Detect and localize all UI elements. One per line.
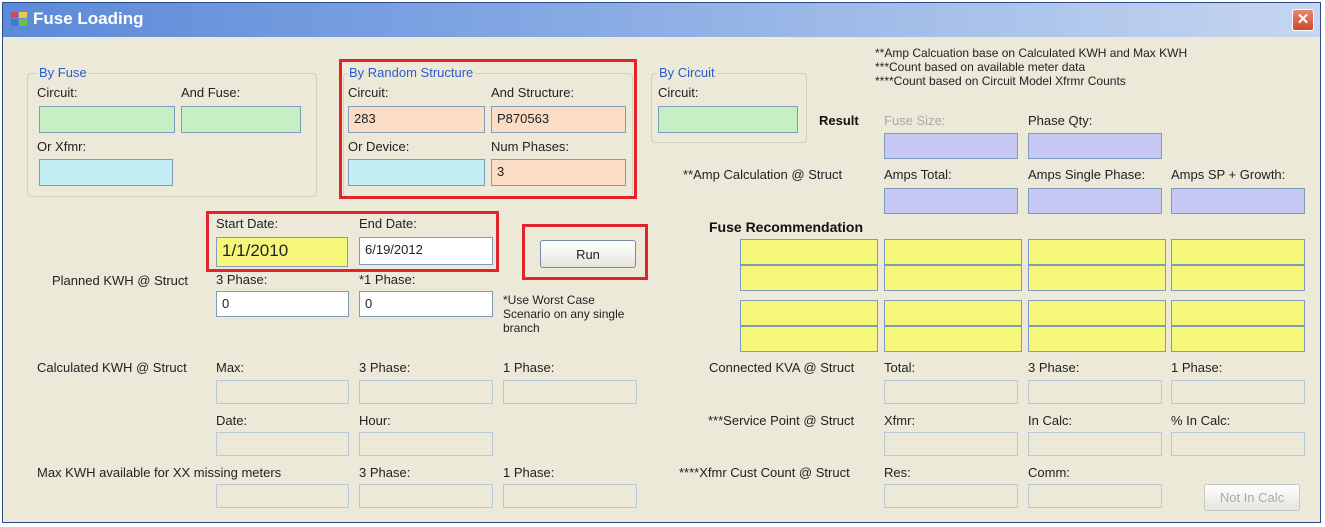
not-in-calc-button[interactable]: Not In Calc	[1204, 484, 1300, 511]
fuse-rec-cell	[1171, 326, 1305, 352]
calc-max-label: Max:	[216, 360, 245, 375]
calc-1phase-label: 1 Phase:	[503, 360, 555, 375]
result-label: Result	[819, 113, 859, 128]
calc-3phase-field	[359, 380, 493, 404]
by-fuse-circuit-field[interactable]	[39, 106, 175, 133]
by-fuse-fuse-field[interactable]	[181, 106, 301, 133]
max-kwh-label: Max KWH available for XX missing meters	[37, 465, 282, 480]
calc-date-label: Date:	[216, 413, 248, 428]
max-1phase-field	[503, 484, 637, 508]
planned-1phase-label: *1 Phase:	[359, 272, 416, 287]
by-fuse-or-xfmr-label: Or Xfmr:	[37, 139, 87, 154]
fuse-rec-cell	[740, 239, 878, 265]
amp-calc-label: **Amp Calculation @ Struct	[683, 167, 843, 182]
planned-3phase-label: 3 Phase:	[216, 272, 268, 287]
fuse-rec-cell	[884, 326, 1022, 352]
calc-max-field	[216, 380, 349, 404]
close-icon[interactable]: ✕	[1292, 9, 1314, 31]
service-point-label: ***Service Point @ Struct	[708, 413, 855, 428]
max-3phase-label: 3 Phase:	[359, 465, 411, 480]
structure-highlight-box	[339, 59, 637, 199]
run-highlight-box	[522, 224, 648, 280]
res-field	[884, 484, 1018, 508]
planned-1phase-field[interactable]: 0	[359, 291, 493, 317]
planned-kwh-label: Planned KWH @ Struct	[52, 273, 189, 288]
fuse-rec-cell	[740, 265, 878, 291]
amps-single-label: Amps Single Phase:	[1028, 167, 1146, 182]
service-pct-field	[1171, 432, 1305, 456]
by-fuse-circuit-label: Circuit:	[37, 85, 78, 100]
fuse-rec-cell	[1171, 239, 1305, 265]
app-icon	[11, 12, 27, 26]
by-circuit-circuit-field[interactable]	[658, 106, 798, 133]
note-amp-calc: **Amp Calcuation base on Calculated KWH …	[875, 46, 1188, 60]
amps-total-field	[884, 188, 1018, 214]
service-pct-label: % In Calc:	[1171, 413, 1231, 428]
worst-case-note: *Use Worst Case Scenario on any single b…	[503, 293, 625, 335]
fuse-rec-cell	[1028, 326, 1166, 352]
max-3phase-field	[359, 484, 493, 508]
fuse-rec-cell	[884, 239, 1022, 265]
calc-date-field	[216, 432, 349, 456]
comm-field	[1028, 484, 1162, 508]
by-fuse-and-fuse-label: And Fuse:	[181, 85, 241, 100]
date-highlight-box	[206, 211, 499, 272]
fuse-size-field	[884, 133, 1018, 159]
xfmr-cust-count-label: ****Xfmr Cust Count @ Struct	[679, 465, 850, 480]
phase-qty-label: Phase Qty:	[1028, 113, 1093, 128]
title-bar[interactable]: Fuse Loading ✕	[3, 3, 1320, 37]
amps-growth-field	[1171, 188, 1305, 214]
calc-1phase-field	[503, 380, 637, 404]
by-fuse-xfmr-field[interactable]	[39, 159, 173, 186]
amps-growth-label: Amps SP + Growth:	[1171, 167, 1286, 182]
kva-1phase-field	[1171, 380, 1305, 404]
kva-3phase-label: 3 Phase:	[1028, 360, 1080, 375]
fuse-size-label: Fuse Size:	[884, 113, 946, 128]
calc-hour-field	[359, 432, 493, 456]
by-fuse-title: By Fuse	[37, 65, 89, 80]
fuse-rec-cell	[1171, 300, 1305, 326]
kva-3phase-field	[1028, 380, 1162, 404]
calc-hour-label: Hour:	[359, 413, 391, 428]
service-xfmr-label: Xfmr:	[884, 413, 916, 428]
window-title: Fuse Loading	[33, 9, 144, 28]
kva-total-label: Total:	[884, 360, 916, 375]
service-incalc-field	[1028, 432, 1162, 456]
fuse-rec-cell	[884, 265, 1022, 291]
fuse-rec-cell	[1028, 300, 1166, 326]
by-circuit-circuit-label: Circuit:	[658, 85, 699, 100]
calculated-kwh-label: Calculated KWH @ Struct	[37, 360, 187, 375]
amps-single-field	[1028, 188, 1162, 214]
planned-3phase-field[interactable]: 0	[216, 291, 349, 317]
calc-3phase-label: 3 Phase:	[359, 360, 411, 375]
service-incalc-label: In Calc:	[1028, 413, 1073, 428]
fuse-recommendation-label: Fuse Recommendation	[709, 219, 864, 235]
fuse-rec-cell	[740, 326, 878, 352]
note-circuit-model: ****Count based on Circuit Model Xfrmr C…	[875, 74, 1126, 88]
connected-kva-label: Connected KVA @ Struct	[709, 360, 855, 375]
fuse-loading-window: Fuse Loading ✕ **Amp Calcuation base on …	[2, 2, 1321, 523]
phase-qty-field	[1028, 133, 1162, 159]
max-1phase-label: 1 Phase:	[503, 465, 555, 480]
fuse-rec-cell	[1028, 265, 1166, 291]
kva-1phase-label: 1 Phase:	[1171, 360, 1223, 375]
comm-label: Comm:	[1028, 465, 1070, 480]
service-xfmr-field	[884, 432, 1018, 456]
max-kwh-field	[216, 484, 349, 508]
kva-total-field	[884, 380, 1018, 404]
fuse-rec-cell	[1171, 265, 1305, 291]
res-label: Res:	[884, 465, 911, 480]
by-circuit-title: By Circuit	[657, 65, 717, 80]
fuse-rec-cell	[740, 300, 878, 326]
amps-total-label: Amps Total:	[884, 167, 952, 182]
note-meter-data: ***Count based on available meter data	[875, 60, 1086, 74]
fuse-rec-cell	[884, 300, 1022, 326]
fuse-rec-cell	[1028, 239, 1166, 265]
